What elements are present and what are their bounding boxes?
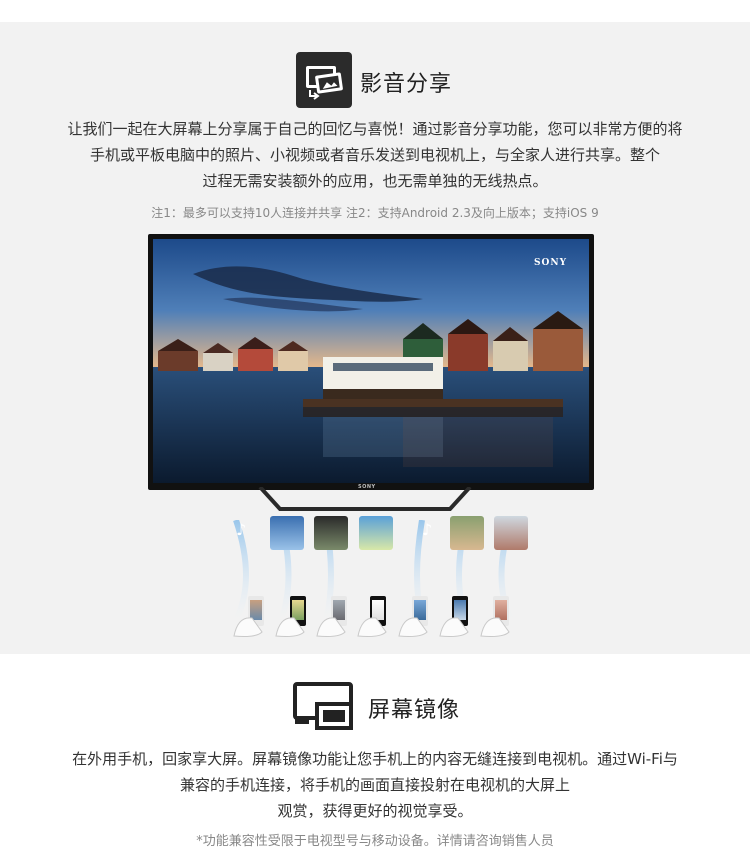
media-share-description: 让我们一起在大屏幕上分享属于自己的回忆与喜悦！通过影音分享功能，您可以非常方便的…: [40, 116, 710, 194]
description-line: 观赏，获得更好的视觉享受。: [277, 802, 473, 820]
media-share-title: 影音分享: [360, 72, 453, 97]
description-line: 让我们一起在大屏幕上分享属于自己的回忆与喜悦！通过影音分享功能，您可以非常方便的…: [67, 120, 683, 138]
photo-thumbnail: [450, 516, 484, 550]
screen-mirror-section: 屏幕镜像 在外用手机，回家享大屏。屏幕镜像功能让您手机上的内容无缝连接到电视机。…: [0, 654, 750, 868]
tv-screen-scene: SONY: [153, 239, 589, 483]
music-note-icon: ♪: [422, 520, 433, 539]
top-band: [0, 0, 750, 22]
photo-thumbnail: [270, 516, 304, 550]
media-share-icon: [296, 52, 352, 108]
photo-thumbnail: [359, 516, 393, 550]
screen-mirror-description: 在外用手机，回家享大屏。屏幕镜像功能让您手机上的内容无缝连接到电视机。通过Wi-…: [40, 746, 710, 824]
photo-thumbnail: [494, 516, 528, 550]
tv-stand: [258, 487, 472, 511]
screen-mirror-icon: [293, 682, 353, 730]
tv-brand-logo: SONY: [534, 258, 567, 268]
media-share-note: 注1：最多可以支持10人连接并共享 注2：支持Android 2.3及向上版本；…: [151, 206, 599, 220]
music-note-icon: ♪: [236, 520, 247, 539]
media-share-section: 影音分享 让我们一起在大屏幕上分享属于自己的回忆与喜悦！通过影音分享功能，您可以…: [0, 22, 750, 654]
tv-image: SONY SONY: [148, 234, 594, 490]
description-line: 在外用手机，回家享大屏。屏幕镜像功能让您手机上的内容无缝连接到电视机。通过Wi-…: [72, 750, 678, 768]
screen-mirror-title: 屏幕镜像: [368, 698, 461, 723]
hands-graphic: [233, 617, 510, 637]
photo-thumbnail: [314, 516, 348, 550]
description-line: 手机或平板电脑中的照片、小视频或者音乐发送到电视机上，与全家人进行共享。整个: [89, 146, 660, 164]
description-line: 过程无需安装额外的应用，也无需单独的无线热点。: [202, 172, 548, 190]
screen-mirror-note: *功能兼容性受限于电视型号与移动设备。详情请咨询销售人员: [196, 834, 554, 849]
description-line: 兼容的手机连接，将手机的画面直接投射在电视机的大屏上: [179, 776, 570, 794]
